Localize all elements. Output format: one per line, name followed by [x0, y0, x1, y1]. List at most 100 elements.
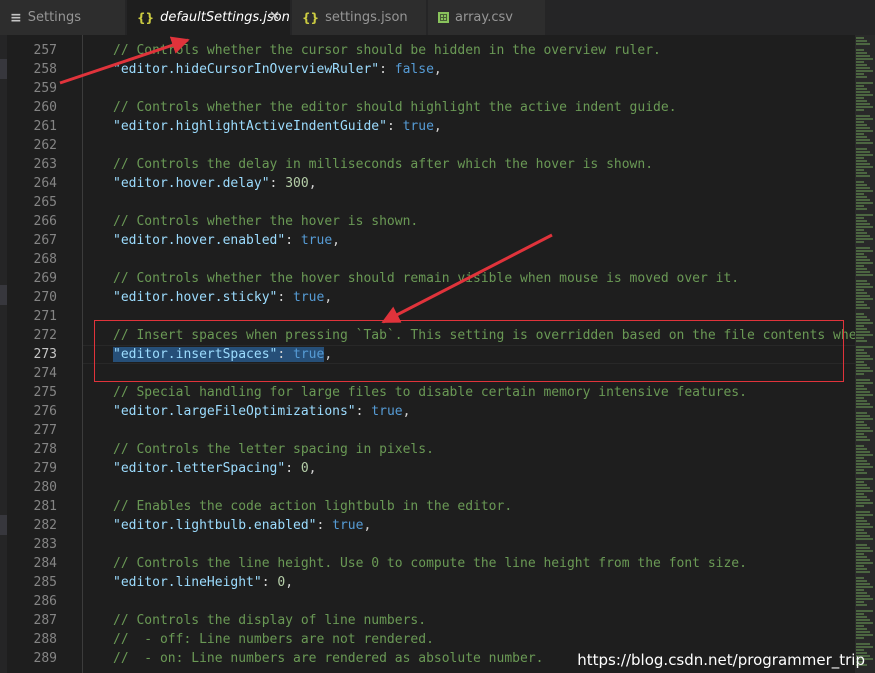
minimap-line [856, 637, 864, 639]
minimap-line [856, 418, 873, 420]
minimap-line [856, 340, 867, 342]
minimap-line [856, 454, 873, 456]
minimap-line [856, 208, 867, 210]
minimap-line [856, 304, 867, 306]
tab-settings[interactable]: ≡ Settings [0, 0, 126, 35]
minimap-line [856, 631, 870, 633]
minimap-line [856, 538, 873, 540]
minimap-line [856, 361, 864, 363]
minimap-line [856, 142, 873, 144]
minimap-line [856, 394, 873, 396]
minimap-line [856, 247, 870, 249]
minimap-line [856, 478, 873, 480]
minimap[interactable] [855, 35, 875, 673]
minimap-line [856, 388, 867, 390]
minimap-line [856, 40, 867, 42]
minimap-line [856, 316, 867, 318]
minimap-line [856, 163, 870, 165]
minimap-line [856, 514, 873, 516]
code-line: "editor.highlightActiveIndentGuide": tru… [113, 119, 442, 134]
minimap-line [856, 529, 864, 531]
minimap-line [856, 286, 873, 288]
minimap-line [856, 502, 873, 504]
minimap-line [856, 466, 873, 468]
minimap-line [856, 544, 867, 546]
minimap-line [856, 565, 864, 567]
minimap-line [856, 301, 864, 303]
setting-value: true [300, 233, 333, 248]
minimap-line [856, 88, 867, 90]
minimap-line [856, 190, 873, 192]
minimap-line [856, 184, 867, 186]
minimap-line [856, 511, 870, 513]
tab-default-settings-json[interactable]: {} defaultSettings.json ✕ [127, 0, 291, 35]
setting-key: "editor.hover.sticky" [113, 290, 278, 305]
settings-list-icon: ≡ [10, 9, 22, 26]
code-line: "editor.hideCursorInOverviewRuler": fals… [113, 62, 442, 77]
setting-value: true [371, 404, 403, 419]
minimap-line [856, 232, 867, 234]
minimap-line [856, 553, 864, 555]
minimap-line [856, 328, 867, 330]
code-line: // Controls whether the hover should rem… [113, 269, 739, 288]
tab-array-csv[interactable]: array.csv [428, 0, 546, 35]
minimap-line [856, 520, 867, 522]
tab-label: array.csv [455, 10, 513, 25]
comment-text: // Controls whether the hover should rem… [113, 271, 740, 286]
minimap-line [856, 592, 867, 594]
minimap-line [856, 430, 873, 432]
tab-settings-json[interactable]: {} settings.json [292, 0, 427, 35]
minimap-line [856, 121, 864, 123]
minimap-line [856, 415, 870, 417]
minimap-line [856, 196, 867, 198]
minimap-line [856, 58, 873, 60]
setting-value: true [293, 290, 325, 305]
minimap-line [856, 532, 867, 534]
minimap-line [856, 217, 864, 219]
setting-value: 300 [285, 176, 309, 191]
minimap-line [856, 220, 867, 222]
minimap-line [856, 67, 870, 69]
tab-label: Settings [27, 10, 82, 25]
minimap-line [856, 400, 867, 402]
minimap-line [856, 181, 864, 183]
setting-value: true [332, 518, 364, 533]
minimap-line [856, 568, 867, 570]
setting-key: "editor.hideCursorInOverviewRuler" [113, 62, 380, 77]
minimap-line [856, 274, 873, 276]
minimap-line [856, 52, 867, 54]
minimap-line [856, 268, 867, 270]
minimap-line [856, 367, 870, 369]
minimap-line [856, 436, 867, 438]
comment-text: // Controls the delay in milliseconds af… [113, 157, 654, 172]
minimap-line [856, 457, 864, 459]
minimap-line [856, 349, 864, 351]
close-icon[interactable]: ✕ [269, 9, 280, 24]
minimap-line [856, 445, 864, 447]
minimap-line [856, 43, 870, 45]
minimap-line [856, 559, 870, 561]
code-line: // Enables the code action lightbulb in … [113, 497, 512, 516]
minimap-line [856, 610, 873, 612]
code-line: // Controls whether the editor should hi… [113, 98, 677, 117]
minimap-line [856, 319, 870, 321]
minimap-line [856, 439, 870, 441]
minimap-line [856, 535, 870, 537]
minimap-line [856, 193, 864, 195]
code-line: "editor.hover.sticky": true, [113, 290, 333, 305]
minimap-line [856, 139, 870, 141]
minimap-line [856, 406, 873, 408]
comment-text: // Controls the display of line numbers. [113, 613, 427, 628]
minimap-line [856, 556, 867, 558]
minimap-line [856, 307, 870, 309]
minimap-line [856, 616, 867, 618]
code-line: "editor.lineHeight": 0, [113, 575, 294, 590]
minimap-line [856, 628, 867, 630]
minimap-line [856, 364, 867, 366]
minimap-line [856, 619, 870, 621]
comment-text: // Controls whether the editor should hi… [113, 100, 677, 115]
minimap-line [856, 424, 867, 426]
minimap-line [856, 580, 867, 582]
minimap-line [856, 385, 864, 387]
minimap-line [856, 256, 867, 258]
